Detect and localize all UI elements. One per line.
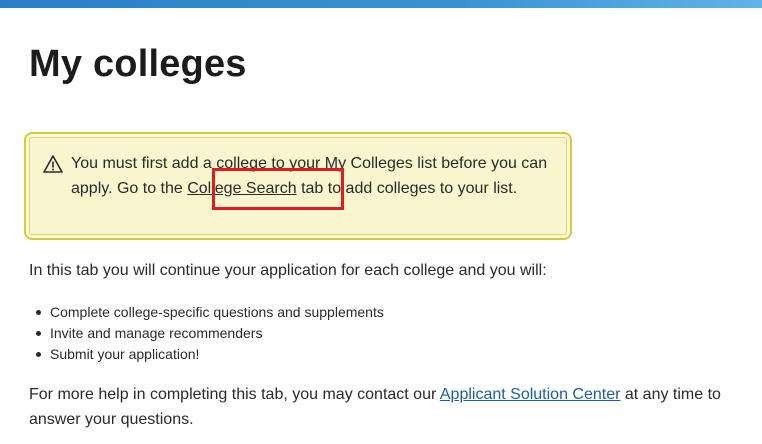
list-item: Complete college-specific questions and … — [36, 302, 384, 323]
feature-list: Complete college-specific questions and … — [36, 302, 384, 365]
list-item: Invite and manage recommenders — [36, 323, 384, 344]
college-search-link[interactable]: College Search — [187, 180, 296, 197]
alert-text-after: tab to add colleges to your list. — [296, 180, 518, 197]
top-gap — [0, 8, 762, 20]
help-text-before: For more help in completing this tab, yo… — [29, 386, 440, 403]
alert-message: You must first add a college to your My … — [71, 151, 556, 201]
page-title: My colleges — [29, 43, 247, 85]
intro-text: In this tab you will continue your appli… — [29, 262, 547, 279]
applicant-solution-center-link[interactable]: Applicant Solution Center — [440, 386, 621, 403]
warning-alert: You must first add a college to your My … — [24, 132, 572, 240]
warning-triangle-icon — [43, 154, 63, 174]
help-text: For more help in completing this tab, yo… — [29, 382, 759, 432]
top-accent-bar — [0, 0, 762, 8]
list-item: Submit your application! — [36, 344, 384, 365]
